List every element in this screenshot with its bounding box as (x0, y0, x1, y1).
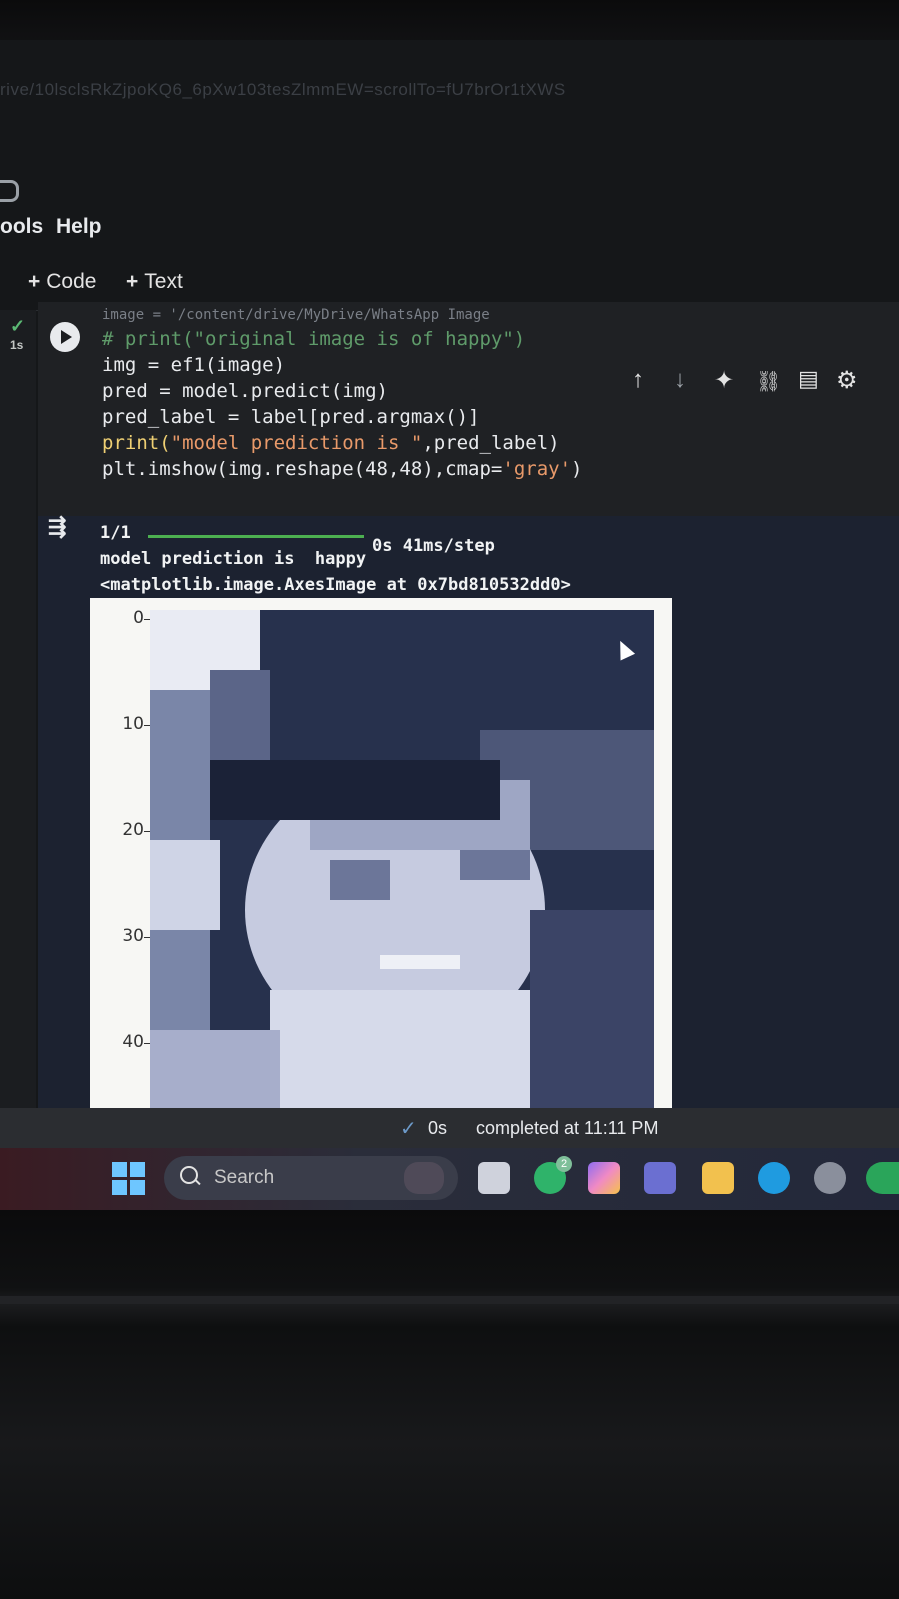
move-down-icon[interactable]: ↓ (674, 366, 686, 394)
y-tick-mark (144, 937, 150, 938)
y-tick-label: 20 (122, 820, 144, 840)
exec-time: 1s (10, 338, 24, 352)
prediction-line: model prediction is happy (100, 549, 367, 569)
widgets-icon[interactable] (404, 1162, 444, 1194)
y-tick-mark (144, 831, 150, 832)
run-cell-button[interactable] (50, 322, 80, 352)
menu-tools[interactable]: ools (0, 215, 43, 239)
task-view-icon[interactable] (478, 1162, 510, 1194)
status-duration: 0s (428, 1118, 448, 1138)
sparkle-icon[interactable]: ✦ (714, 366, 734, 395)
code-close-paren: ) (571, 458, 583, 480)
code-string: 'gray' (502, 458, 572, 480)
repr-line: <matplotlib.image.AxesImage at 0x7bd8105… (100, 575, 571, 595)
y-tick-label: 40 (122, 1032, 144, 1052)
progress-label: 1/1 (100, 523, 131, 543)
code-editor[interactable]: image = '/content/drive/MyDrive/WhatsApp… (102, 300, 582, 482)
code-string: "model prediction is " (170, 432, 423, 454)
move-up-icon[interactable]: ↑ (632, 366, 644, 394)
code-imshow: plt.imshow(img.reshape(48,48),cmap= (102, 458, 503, 480)
code-line-1: img = ef1(image) (102, 354, 286, 376)
y-tick-label: 30 (122, 926, 144, 946)
laptop-hinge (0, 1296, 899, 1304)
y-tick-mark (144, 619, 150, 620)
code-args: ,pred_label) (422, 432, 560, 454)
status-check-icon: ✓ (400, 1118, 417, 1140)
url-text: rive/10lsclsRkZjpoKQ6_6pXw103tesZlmmEW=s… (0, 80, 566, 99)
code-print-fn: print( (102, 432, 171, 454)
code-line-comment: # print("original image is of happy") (102, 328, 526, 350)
file-explorer-icon[interactable] (702, 1162, 734, 1194)
copilot-icon[interactable] (588, 1162, 620, 1194)
output-toggle-icon[interactable]: ⇶ (48, 514, 66, 540)
y-tick-mark (144, 725, 150, 726)
whatsapp-badge: 2 (556, 1156, 572, 1172)
add-code-label: Code (46, 270, 97, 293)
code-line-3: pred_label = label[pred.argmax()] (102, 406, 480, 428)
status-bar (0, 1108, 899, 1148)
progress-bar (148, 535, 364, 538)
add-text-label: Text (144, 270, 183, 293)
laptop-body (0, 1210, 899, 1599)
code-line-partial: image = '/content/drive/MyDrive/WhatsApp… (102, 307, 490, 323)
gear-icon[interactable]: ⚙ (836, 366, 858, 395)
success-check-icon: ✓ (10, 316, 26, 336)
address-bar[interactable]: rive/10lsclsRkZjpoKQ6_6pXw103tesZlmmEW=s… (0, 70, 899, 110)
output-text: 1/1 model prediction is happy <matplotli… (100, 520, 571, 598)
teams-icon[interactable] (644, 1162, 676, 1194)
colab-logo-icon (0, 180, 19, 202)
cell-gutter (0, 310, 36, 1120)
plus-icon: + (28, 270, 41, 293)
link-icon[interactable]: ⛓ (756, 369, 781, 394)
edge-icon[interactable] (758, 1162, 790, 1194)
chrome-icon[interactable] (866, 1162, 899, 1194)
windows-start-icon[interactable] (112, 1162, 146, 1196)
y-tick-label: 10 (122, 714, 144, 734)
step-time: 0s 41ms/step (372, 536, 495, 556)
menu-help[interactable]: Help (56, 215, 102, 239)
add-text-button[interactable]: + Text (126, 270, 183, 294)
status-completed: completed at 11:11 PM (476, 1118, 659, 1138)
settings-icon[interactable] (814, 1162, 846, 1194)
y-tick-mark (144, 1043, 150, 1044)
comment-icon[interactable]: ▤ (798, 366, 819, 392)
search-label: Search (214, 1167, 275, 1188)
face-image-plot (150, 610, 654, 1110)
code-line-5: plt.imshow(img.reshape(48,48),cmap='gray… (102, 458, 582, 480)
code-line-2: pred = model.predict(img) (102, 380, 388, 402)
y-tick-label: 0 (133, 608, 144, 628)
plus-icon: + (126, 270, 139, 293)
add-code-button[interactable]: + Code (28, 270, 96, 294)
search-icon (180, 1166, 198, 1184)
code-line-4: print("model prediction is ",pred_label) (102, 432, 560, 454)
